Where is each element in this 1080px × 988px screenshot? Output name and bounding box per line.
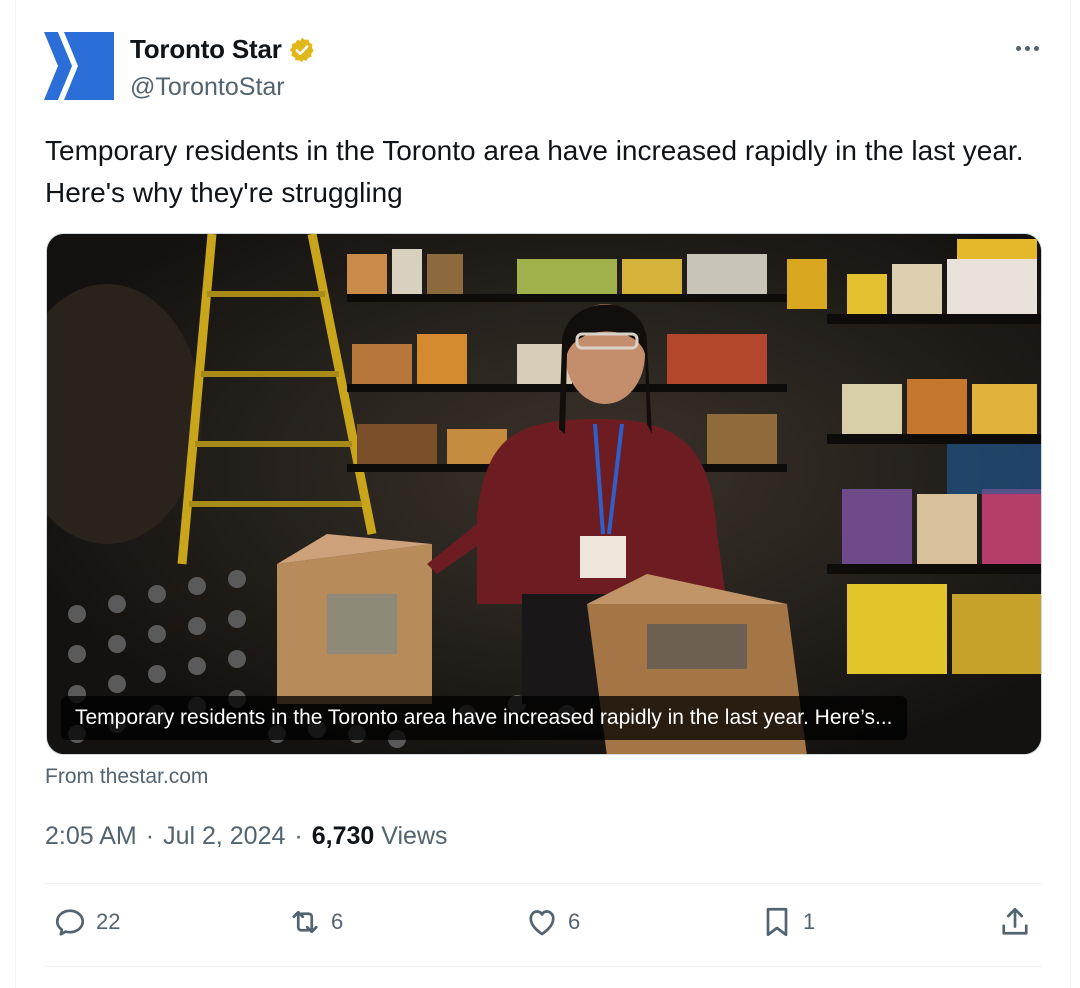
- bookmark-count: 1: [803, 909, 816, 934]
- divider: [44, 883, 1042, 884]
- like-button[interactable]: 6: [524, 904, 580, 940]
- meta-separator: ·: [145, 822, 155, 850]
- toronto-star-logo: [44, 32, 114, 100]
- like-icon: [529, 910, 555, 936]
- author-block: Toronto Star @TorontoStar: [130, 34, 316, 102]
- reply-count: 22: [96, 909, 121, 934]
- tweet-time[interactable]: 2:05 AM: [45, 822, 137, 851]
- views-count[interactable]: 6,730: [312, 822, 375, 851]
- avatar[interactable]: [44, 30, 116, 102]
- like-count: 6: [568, 909, 581, 934]
- link-card-image[interactable]: Temporary residents in the Toronto area …: [46, 233, 1042, 755]
- bookmark-icon: [766, 907, 788, 937]
- bookmark-button[interactable]: 1: [759, 904, 815, 940]
- repost-button[interactable]: 6: [287, 904, 343, 940]
- tweet-date[interactable]: Jul 2, 2024: [163, 822, 285, 851]
- reply-icon: [55, 909, 85, 936]
- verified-icon[interactable]: [288, 36, 316, 64]
- share-button[interactable]: [997, 904, 1033, 940]
- link-card-caption[interactable]: Temporary residents in the Toronto area …: [61, 696, 907, 740]
- divider: [44, 966, 1042, 967]
- reply-button[interactable]: 22: [52, 904, 120, 940]
- food-bank-photo: [47, 234, 1041, 754]
- action-bar: 22 6 6 1: [44, 900, 1042, 952]
- link-source[interactable]: From thestar.com: [45, 765, 208, 789]
- more-icon[interactable]: [1012, 38, 1042, 58]
- views-label[interactable]: Views: [381, 822, 447, 851]
- repost-count: 6: [331, 909, 344, 934]
- tweet-text: Temporary residents in the Toronto area …: [45, 135, 1024, 208]
- meta-separator: ·: [294, 822, 303, 850]
- share-icon: [1002, 907, 1028, 935]
- tweet-meta: 2:05 AM · Jul 2, 2024 · 6,730 Views: [45, 822, 448, 851]
- repost-icon: [292, 910, 318, 934]
- author-handle[interactable]: @TorontoStar: [130, 73, 316, 102]
- author-name[interactable]: Toronto Star: [130, 34, 282, 65]
